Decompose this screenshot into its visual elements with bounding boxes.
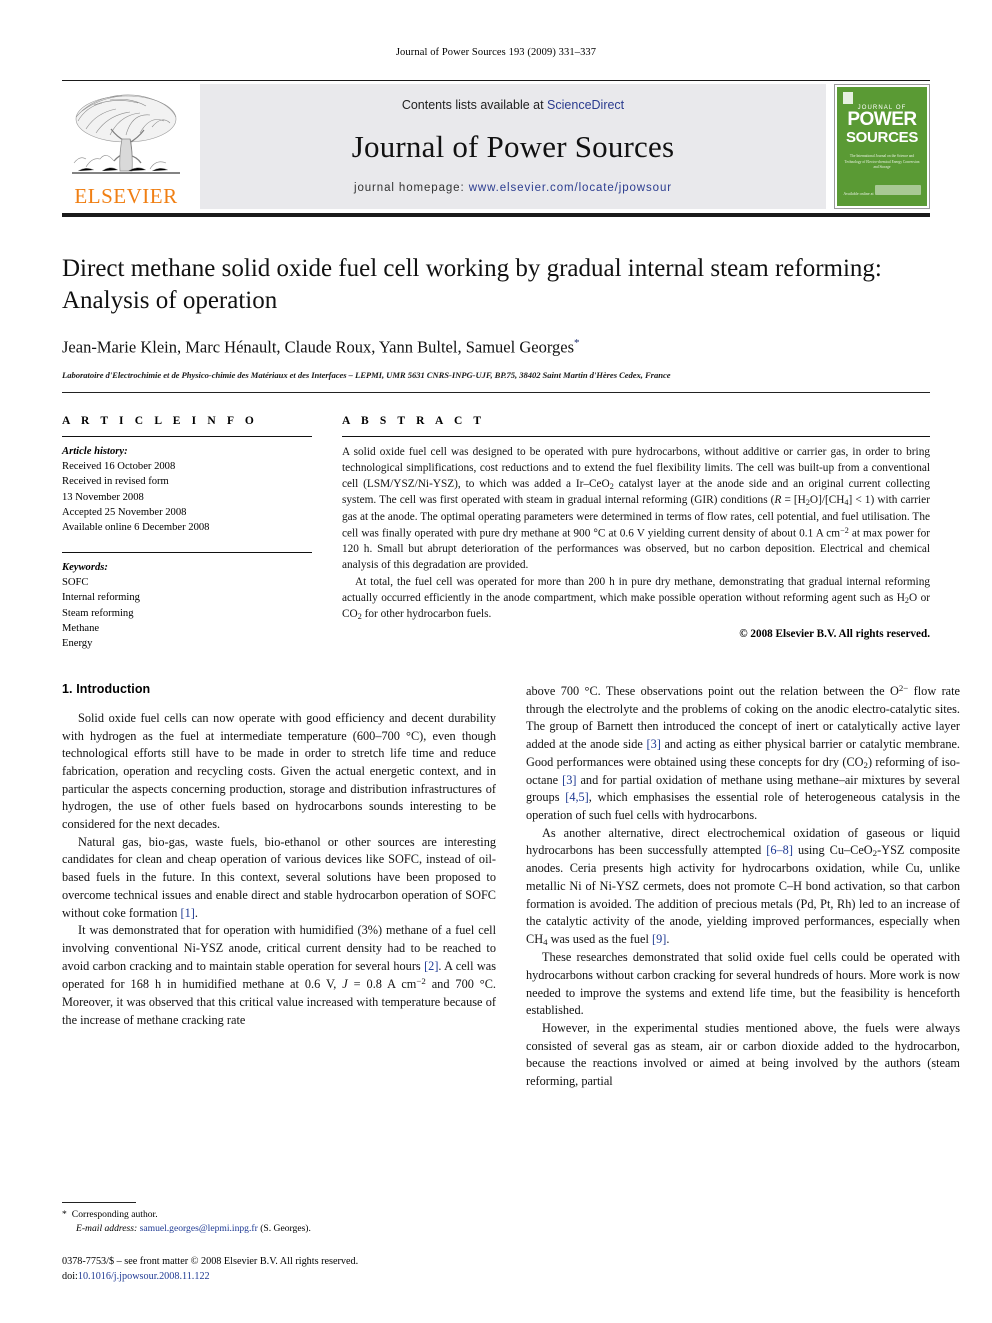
journal-title: Journal of Power Sources [351, 129, 675, 164]
elsevier-logo: ELSEVIER [62, 84, 190, 209]
masthead-bottom-rule [62, 213, 930, 217]
abstract-paragraph: At total, the fuel cell was operated for… [342, 575, 930, 622]
keywords-rule [62, 551, 312, 553]
affiliation-rule [62, 391, 930, 393]
body-paragraph: Natural gas, bio-gas, waste fuels, bio-e… [62, 834, 496, 920]
elsevier-tree-icon [66, 91, 186, 185]
history-item: 13 November 2008 [62, 491, 144, 503]
corresponding-author-marker: * [574, 337, 580, 349]
doi-line: doi:10.1016/j.jpowsour.2008.11.122 [62, 1270, 496, 1285]
abstract-heading: A B S T R A C T [342, 414, 486, 427]
corresponding-author-text: Corresponding author. [71, 1208, 158, 1220]
email-line: E-mail address: samuel.georges@lepmi.inp… [62, 1222, 496, 1236]
abstract-body: A solid oxide fuel cell was designed to … [342, 444, 930, 623]
email-link[interactable]: samuel.georges@lepmi.inpg.fr [140, 1223, 258, 1234]
footnote-area: * Corresponding author. E-mail address: s… [62, 1201, 496, 1285]
doi-label: doi: [62, 1271, 78, 1283]
article-info-column: A R T I C L E I N F O Article history: R… [62, 415, 312, 652]
article-info-heading: A R T I C L E I N F O [62, 414, 258, 427]
cover-power-text: POWER [847, 109, 917, 130]
homepage-prefix-text: journal homepage: [354, 182, 469, 194]
elsevier-wordmark: ELSEVIER [74, 184, 178, 208]
footnote-star-marker: * [62, 1208, 67, 1220]
contents-available-line: Contents lists available at ScienceDirec… [210, 98, 816, 112]
keyword-item: Steam reforming [62, 607, 134, 619]
history-item: Received 16 October 2008 [62, 460, 176, 472]
masthead-center-panel: Contents lists available at ScienceDirec… [200, 84, 826, 209]
cover-sciencedirect-badge-icon [874, 185, 921, 195]
keywords-group: Keywords: SOFC Internal reforming Steam … [62, 560, 312, 652]
keyword-item: Methane [62, 623, 100, 635]
email-label: E-mail address: [76, 1222, 138, 1234]
email-person: (S. Georges). [260, 1222, 311, 1234]
page-title: Direct methane solid oxide fuel cell wor… [62, 255, 882, 314]
abstract-paragraph: A solid oxide fuel cell was designed to … [342, 445, 931, 572]
body-text-right: above 700 °C. These observations point o… [526, 682, 960, 1091]
cover-footer-text: Available online at [843, 191, 874, 196]
contents-prefix-text: Contents lists available at [401, 98, 548, 112]
body-paragraph: Solid oxide fuel cells can now operate w… [62, 710, 496, 832]
author-list: Jean-Marie Klein, Marc Hénault, Claude R… [62, 337, 930, 358]
body-paragraph: above 700 °C. These observations point o… [526, 682, 960, 822]
history-item: Available online 6 December 2008 [62, 522, 210, 534]
author-names: Jean-Marie Klein, Marc Hénault, Claude R… [62, 337, 575, 357]
body-text-left: Solid oxide fuel cells can now operate w… [62, 710, 496, 1030]
journal-masthead: ELSEVIER Contents lists available at Sci… [62, 84, 930, 209]
doi-link[interactable]: 10.1016/j.jpowsour.2008.11.122 [78, 1271, 210, 1282]
sciencedirect-link[interactable]: ScienceDirect [547, 98, 624, 112]
journal-cover-thumbnail: JOURNAL OF POWER SOURCES The Internation… [834, 84, 930, 209]
paper-page: Journal of Power Sources 193 (2009) 331–… [0, 0, 992, 1323]
abstract-column: A B S T R A C T A solid oxide fuel cell … [342, 415, 930, 652]
history-item: Accepted 25 November 2008 [62, 506, 187, 518]
cover-subtitle-text: The International Journal on the Science… [844, 154, 920, 170]
keyword-item: Energy [62, 638, 93, 650]
body-paragraph: As another alternative, direct electroch… [526, 825, 960, 948]
section-heading-introduction: 1. Introduction [62, 681, 151, 696]
keyword-item: Internal reforming [62, 592, 140, 604]
affiliation: Laboratoire d'Electrochimie et de Physic… [62, 369, 671, 380]
info-abstract-row: A R T I C L E I N F O Article history: R… [62, 415, 930, 652]
body-paragraph: It was demonstrated that for operation w… [62, 923, 497, 1027]
article-history-group: Article history: Received 16 October 200… [62, 444, 312, 536]
keyword-item: SOFC [62, 577, 89, 589]
masthead-top-rule [62, 80, 930, 81]
history-item: Received in revised form [62, 476, 169, 488]
body-column-left: 1. Introduction Solid oxide fuel cells c… [62, 682, 496, 1091]
article-info-rule [62, 435, 312, 437]
journal-homepage-line: journal homepage: www.elsevier.com/locat… [210, 182, 816, 194]
journal-homepage-link[interactable]: www.elsevier.com/locate/jpowsour [469, 182, 672, 194]
body-column-right: above 700 °C. These observations point o… [526, 682, 960, 1091]
journal-cover-artwork: JOURNAL OF POWER SOURCES The Internation… [837, 87, 927, 206]
body-columns: 1. Introduction Solid oxide fuel cells c… [62, 682, 960, 1091]
copyright-line: © 2008 Elsevier B.V. All rights reserved… [739, 627, 930, 640]
article-history-label: Article history: [62, 445, 128, 457]
body-paragraph: These researches demonstrated that solid… [526, 950, 960, 1018]
running-head: Journal of Power Sources 193 (2009) 331–… [395, 47, 597, 58]
issn-copyright-block: 0378-7753/$ – see front matter © 2008 El… [62, 1255, 496, 1285]
keywords-label: Keywords: [62, 561, 108, 573]
body-paragraph: However, in the experimental studies men… [526, 1020, 960, 1089]
footnote-rule [62, 1201, 136, 1203]
issn-line: 0378-7753/$ – see front matter © 2008 El… [62, 1256, 359, 1268]
cover-footer: Available online at [837, 183, 927, 196]
abstract-rule [342, 435, 930, 437]
cover-sources-text: SOURCES [845, 129, 919, 147]
corresponding-author-footnote: * Corresponding author. E-mail address: s… [62, 1208, 496, 1236]
cover-elsevier-mark-icon [843, 92, 853, 104]
